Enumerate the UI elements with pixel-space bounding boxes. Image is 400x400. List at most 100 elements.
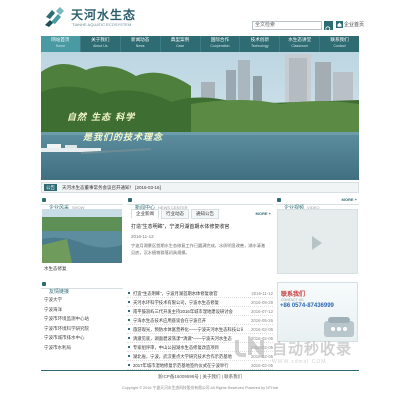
bullet-icon: [128, 310, 130, 312]
news-title[interactable]: 天河水环科学技术有限公司，宁波水生态修复: [133, 298, 243, 306]
right-column: 企业视频 VIDEO MORE + 联系我们 CONTACT US +86 057…: [276, 196, 359, 342]
section-bullet-icon: [277, 198, 281, 202]
news-date: 2016-02-05: [249, 325, 273, 333]
news-panel-header: 新闻中心 NEWS CENTER: [127, 196, 273, 211]
friend-link[interactable]: 宁波市城市排水中心: [41, 333, 123, 343]
nav-home[interactable]: 网站首页 Home: [41, 36, 81, 52]
featured-news-summary: 宁波月湖景区首期水生态修复工作已圆满完成，水质明显改善，湖水清澈见底，沉水植物群…: [131, 243, 266, 255]
news-title[interactable]: 宁海水生态技术应用座谈会在宁波召开: [133, 316, 243, 324]
bullet-icon: [128, 346, 130, 348]
main-nav: 网站首页 Home 关于我们 About Us 新闻动态 News 典型案例 Case …: [41, 36, 359, 52]
play-icon[interactable]: [312, 236, 322, 250]
home-icon[interactable]: [336, 21, 343, 28]
featured-news-date: 2016-11-12: [131, 234, 154, 239]
section-bullet-icon: [42, 282, 46, 286]
featured-news[interactable]: 打造“生态明眸”，宁波月湖首期水体修复收官 2016-11-12 宁波月湖景区首…: [127, 221, 273, 285]
bullet-icon: [128, 319, 130, 321]
watermark-text: 自动秒收录: [272, 340, 353, 358]
search-button[interactable]: [324, 21, 333, 33]
friend-link[interactable]: 宁波大学: [41, 295, 123, 305]
nav-label-en: Technology: [250, 44, 269, 48]
video-player[interactable]: [277, 209, 358, 274]
nav-label-en: Classroom: [291, 44, 309, 48]
news-title[interactable]: 南平鼓浪屿三代开发主持2016年城市湿地建设研讨会: [133, 307, 243, 315]
nav-label-en: Contact: [333, 44, 346, 48]
friend-link[interactable]: 宁波市环境科学研究院: [41, 324, 123, 334]
nav-label-en: Case: [175, 44, 185, 48]
nav-label-en: About Us: [93, 44, 108, 48]
section-bullet-icon: [42, 198, 46, 202]
search-input[interactable]: 全文检索: [252, 21, 322, 30]
bullet-icon: [128, 301, 130, 303]
photo-caption: 水生态修复: [44, 266, 67, 271]
nav-label-en: Home: [55, 44, 66, 48]
video-more-link[interactable]: MORE +: [342, 197, 357, 202]
notice-bar: 公告 天河水生态董事常务会议召开通知！ [2016-03-16]: [41, 182, 359, 193]
contact-phone[interactable]: +86 0574-87436999: [280, 303, 334, 309]
logo-icon[interactable]: [43, 5, 67, 29]
video-panel-header: 企业视频 VIDEO MORE +: [276, 196, 359, 211]
news-date: 2016-07-12: [249, 307, 273, 315]
notice-tag: 公告: [44, 184, 57, 191]
list-item[interactable]: 宁海水生态技术应用座谈会在宁波召开 2016-05-26: [127, 316, 273, 325]
news-date: 2016-11-12: [249, 289, 273, 297]
nav-label-en: Cooperation: [210, 44, 230, 48]
panel-title-en: NEWS CENTER: [158, 205, 188, 210]
list-item[interactable]: 南平鼓浪屿三代开发主持2016年城市湿地建设研讨会 2016-07-12: [127, 307, 273, 316]
friend-link[interactable]: 宁波海洋: [41, 305, 123, 315]
nav-case[interactable]: 典型案例 Case: [161, 36, 201, 52]
show-photo[interactable]: [42, 209, 122, 263]
notice-link[interactable]: 天河水生态董事常务会议召开通知！ [2016-03-16]: [62, 184, 161, 192]
list-item[interactable]: 旅游观光，预防水体富营养化——宁波天河水生态科技公司 2016-02-05: [127, 325, 273, 334]
hero-banner[interactable]: 自然 生态 科学 是我们的技术理念: [41, 52, 359, 180]
list-item[interactable]: 打造“生态明眸”，宁波月湖首期水体修复收官 2016-11-12: [127, 289, 273, 298]
news-title[interactable]: 湖北省，宁波，武汉重点大学研究技术合作示范基地: [133, 352, 243, 360]
nav-label-en: News: [135, 44, 145, 48]
site-header: 天河水生态 TIANHE AQUATIC ECOSYSTEM 全文检索 企业首页: [0, 0, 400, 36]
nav-news[interactable]: 新闻动态 News: [121, 36, 161, 52]
list-item[interactable]: 天河水环科学技术有限公司，宁波水生态修复 2016-09-29: [127, 298, 273, 307]
nav-classroom[interactable]: 水生态讲堂 Classroom: [280, 36, 321, 52]
news-more-link[interactable]: MORE +: [256, 211, 271, 216]
contact-subtitle: CONTACT US: [281, 298, 304, 302]
featured-news-title[interactable]: 打造“生态明眸”，宁波月湖首期水体修复收官: [131, 224, 269, 231]
friend-links-list: 宁波大学 宁波海洋 宁波市环境监测中心站 宁波市环境科学研究院 宁波市城市排水中…: [41, 295, 123, 352]
news-title[interactable]: 旅游观光，预防水体富营养化——宁波天河水生态科技公司: [133, 325, 243, 333]
news-title[interactable]: 2017年城市湿地修复示范基地签约仪式在宁波举行: [133, 361, 243, 369]
contact-card[interactable]: 联系我们 CONTACT US +86 0574-87436999: [277, 282, 358, 342]
watermark: 自动秒收录 WWW.zdmsl.COM: [232, 334, 400, 378]
news-date: 2016-09-29: [249, 298, 273, 306]
watermark-logo-icon: [235, 336, 264, 358]
logo-subtitle: TIANHE AQUATIC ECOSYSTEM: [72, 22, 132, 27]
nav-cooperation[interactable]: 国际合作 Cooperation: [201, 36, 241, 52]
search-icon: [325, 26, 332, 33]
logo-title[interactable]: 天河水生态: [71, 6, 136, 23]
show-panel-header: 企业风采 SHOW: [41, 196, 123, 211]
links-panel-title: 友情链接: [49, 289, 70, 295]
friend-link[interactable]: 宁波市水利局: [41, 343, 123, 353]
news-panel-title: 新闻中心 NEWS CENTER: [135, 205, 188, 211]
nav-technology[interactable]: 技术创新 Technology: [240, 36, 281, 52]
contact-title: 联系我们: [281, 291, 306, 298]
river-photo-image: [42, 209, 122, 263]
friend-link[interactable]: 宁波市环境监测中心站: [41, 314, 123, 324]
bullet-icon: [128, 328, 130, 330]
nav-contact[interactable]: 联系我们 Contact: [320, 36, 359, 52]
watermark-subtext: WWW.zdmsl.COM: [272, 359, 327, 365]
news-date: 2016-05-26: [249, 316, 273, 324]
bullet-icon: [128, 364, 130, 366]
footer-divider: [41, 370, 359, 371]
nav-about[interactable]: 关于我们 About Us: [81, 36, 121, 52]
bullet-icon: [128, 355, 130, 357]
bullet-icon: [128, 292, 130, 294]
home-link[interactable]: 企业首页: [344, 21, 364, 29]
footer-links[interactable]: 浙ICP备16009598号 | 关于我们 | 联系我们: [0, 374, 400, 380]
banner-slogan-2: 是我们的技术理念: [83, 133, 164, 143]
panel-title-text: 新闻中心: [135, 205, 156, 211]
news-title[interactable]: 打造“生态明眸”，宁波月湖首期水体修复收官: [133, 289, 243, 297]
news-title[interactable]: 清澈见底，湖面碧波荡漾”“清澈”——宁波天河水生态: [133, 334, 243, 342]
links-panel-header: 友情链接: [41, 280, 123, 295]
tab-announcements[interactable]: 通知公告: [191, 209, 219, 219]
footer-copyright: Copyright © 2016 宁波天河水生态科技股份有限公司 All Rig…: [121, 386, 279, 390]
news-title[interactable]: 专家组评审，中山公园湖水生态修复改造项目: [133, 343, 243, 351]
